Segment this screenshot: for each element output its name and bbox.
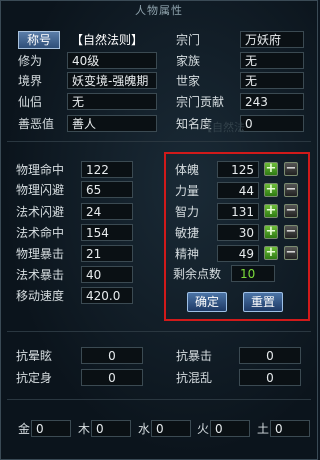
partner-label: 仙侣 [18, 95, 43, 109]
realm-label: 境界 [18, 74, 43, 88]
title-value: 【自然法则】 [71, 33, 144, 47]
element-label: 土 [257, 422, 270, 436]
sect-label: 宗门 [176, 33, 201, 47]
minus-icon[interactable]: − [284, 225, 298, 239]
element-label: 火 [197, 422, 210, 436]
minus-icon[interactable]: − [284, 204, 298, 218]
window-title: 人物属性 [135, 4, 183, 17]
attribute-value: 125 [217, 161, 259, 178]
morality-value: 善人 [67, 115, 157, 132]
title-button[interactable]: 称号 [18, 31, 60, 49]
combat-label: 移动速度 [16, 289, 65, 303]
attribute-label: 敏捷 [175, 226, 200, 240]
resist-label: 抗晕眩 [16, 349, 53, 363]
combat-label: 法术闪避 [16, 205, 65, 219]
resist-value: 0 [81, 369, 143, 386]
resist-value: 0 [81, 347, 143, 364]
remaining-points-label: 剩余点数 [173, 267, 222, 281]
level-value: 40级 [67, 52, 157, 69]
combat-label: 法术命中 [16, 226, 65, 240]
reset-button[interactable]: 重置 [243, 292, 283, 312]
family-label: 家族 [176, 54, 201, 68]
sect-contribution-value: 243 [240, 93, 304, 110]
element-value: 0 [270, 420, 310, 437]
attribute-value: 131 [217, 203, 259, 220]
level-label: 修为 [18, 54, 43, 68]
divider [7, 331, 311, 332]
element-label: 金 [18, 422, 31, 436]
resist-label: 抗定身 [16, 371, 53, 385]
attribute-label: 智力 [175, 205, 200, 219]
combat-value: 122 [81, 161, 133, 178]
combat-label: 物理暴击 [16, 247, 65, 261]
minus-icon[interactable]: − [284, 246, 298, 260]
combat-label: 法术暴击 [16, 268, 65, 282]
resist-label: 抗暴击 [176, 349, 213, 363]
resist-value: 0 [239, 369, 301, 386]
element-value: 0 [91, 420, 131, 437]
background-watermark: 【自然法 [201, 121, 245, 134]
combat-label: 物理命中 [16, 163, 65, 177]
resist-label: 抗混乱 [176, 371, 213, 385]
confirm-button[interactable]: 确定 [187, 292, 227, 312]
plus-icon[interactable]: + [264, 204, 278, 218]
element-label: 木 [78, 422, 91, 436]
plus-icon[interactable]: + [264, 225, 278, 239]
plus-icon[interactable]: + [264, 246, 278, 260]
remaining-points-value: 10 [231, 265, 275, 282]
partner-value: 无 [67, 93, 157, 110]
clan-label: 世家 [176, 74, 201, 88]
divider [7, 399, 311, 400]
element-label: 水 [138, 422, 151, 436]
combat-value: 154 [81, 224, 133, 241]
attribute-label: 体魄 [175, 163, 200, 177]
character-panel: 人物属性 称号 【自然法则】 修为 40级 境界 妖变境-强魄期 仙侣 无 善恶… [0, 0, 318, 460]
element-value: 0 [210, 420, 250, 437]
combat-value: 40 [81, 266, 133, 283]
attribute-value: 30 [217, 224, 259, 241]
realm-value: 妖变境-强魄期 [67, 72, 157, 89]
element-value: 0 [31, 420, 71, 437]
family-value: 无 [240, 52, 304, 69]
divider [7, 141, 311, 142]
plus-icon[interactable]: + [264, 183, 278, 197]
combat-label: 物理闪避 [16, 183, 65, 197]
attribute-value: 49 [217, 245, 259, 262]
combat-value: 65 [81, 181, 133, 198]
fame-value: 0 [240, 115, 304, 132]
sect-value: 万妖府 [240, 31, 304, 48]
plus-icon[interactable]: + [264, 162, 278, 176]
element-value: 0 [151, 420, 191, 437]
clan-value: 无 [240, 72, 304, 89]
resist-value: 0 [239, 347, 301, 364]
sect-contribution-label: 宗门贡献 [176, 95, 225, 109]
morality-label: 善恶值 [18, 117, 55, 131]
combat-value: 420.0 [81, 287, 133, 304]
attribute-value: 44 [217, 182, 259, 199]
combat-value: 24 [81, 203, 133, 220]
attribute-label: 精神 [175, 247, 200, 261]
attribute-label: 力量 [175, 184, 200, 198]
minus-icon[interactable]: − [284, 183, 298, 197]
combat-value: 21 [81, 245, 133, 262]
minus-icon[interactable]: − [284, 162, 298, 176]
